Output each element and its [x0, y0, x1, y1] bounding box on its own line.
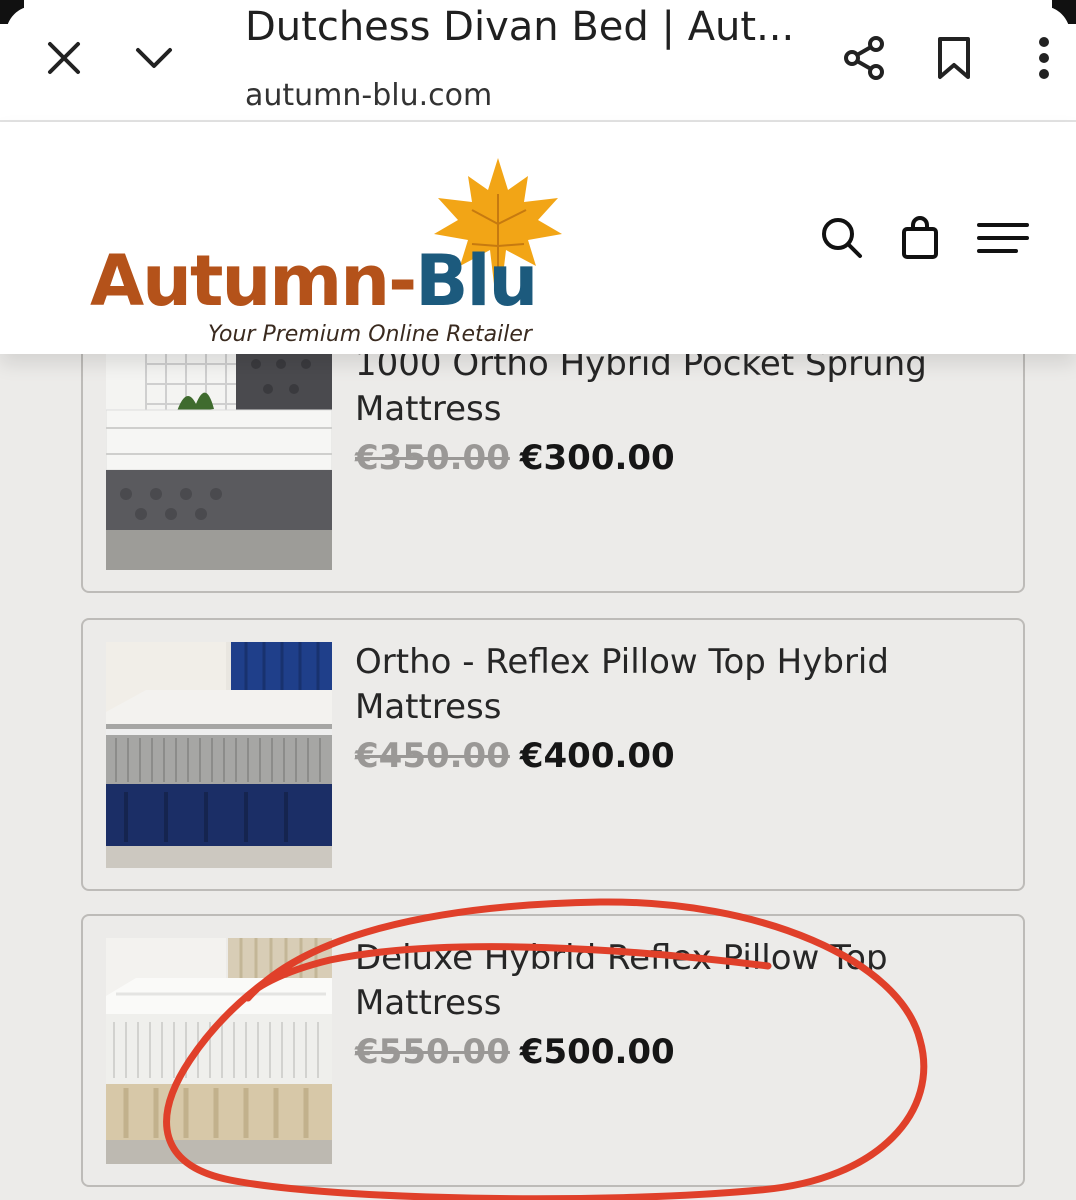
share-icon[interactable] [838, 32, 890, 84]
sale-price: €400.00 [519, 736, 675, 776]
product-card[interactable]: 1000 Ortho Hybrid Pocket Sprung Mattress… [81, 320, 1025, 593]
close-icon[interactable] [40, 34, 88, 82]
product-image[interactable] [106, 938, 332, 1164]
browser-toolbar: Dutchess Divan Bed | Aut... autumn-blu.c… [0, 0, 1076, 122]
logo-wordmark: Autumn-Blu [90, 240, 538, 322]
chevron-down-icon[interactable] [130, 34, 178, 82]
old-price: €450.00 [355, 736, 510, 776]
product-image[interactable] [106, 344, 332, 570]
site-header: Autumn-Blu Your Premium Online Retailer [0, 122, 1076, 354]
product-prices: €550.00 €500.00 [355, 1032, 675, 1072]
search-icon[interactable] [818, 214, 866, 262]
logo-tagline: Your Premium Online Retailer [208, 322, 532, 347]
screen-corner [1030, 0, 1076, 46]
page-url[interactable]: autumn-blu.com [245, 78, 492, 113]
bookmark-icon[interactable] [928, 32, 980, 84]
page-title: Dutchess Divan Bed | Aut... [245, 4, 795, 50]
shopping-bag-icon[interactable] [896, 212, 944, 264]
screen-corner [0, 0, 46, 46]
product-card[interactable]: Ortho - Reflex Pillow Top Hybrid Mattres… [81, 618, 1025, 891]
more-vert-icon[interactable] [1024, 32, 1064, 84]
product-name[interactable]: Ortho - Reflex Pillow Top Hybrid Mattres… [355, 640, 975, 730]
product-prices: €350.00 €300.00 [355, 438, 675, 478]
product-name[interactable]: Deluxe Hybrid Reflex Pillow Top Mattress [355, 936, 975, 1026]
old-price: €350.00 [355, 438, 510, 478]
product-card[interactable]: Deluxe Hybrid Reflex Pillow Top Mattress… [81, 914, 1025, 1187]
product-image[interactable] [106, 642, 332, 868]
sale-price: €500.00 [519, 1032, 675, 1072]
sale-price: €300.00 [519, 438, 675, 478]
old-price: €550.00 [355, 1032, 510, 1072]
product-prices: €450.00 €400.00 [355, 736, 675, 776]
product-name[interactable]: 1000 Ortho Hybrid Pocket Sprung Mattress [355, 342, 975, 432]
site-logo[interactable]: Autumn-Blu Your Premium Online Retailer [90, 152, 580, 352]
menu-icon[interactable] [974, 214, 1032, 262]
